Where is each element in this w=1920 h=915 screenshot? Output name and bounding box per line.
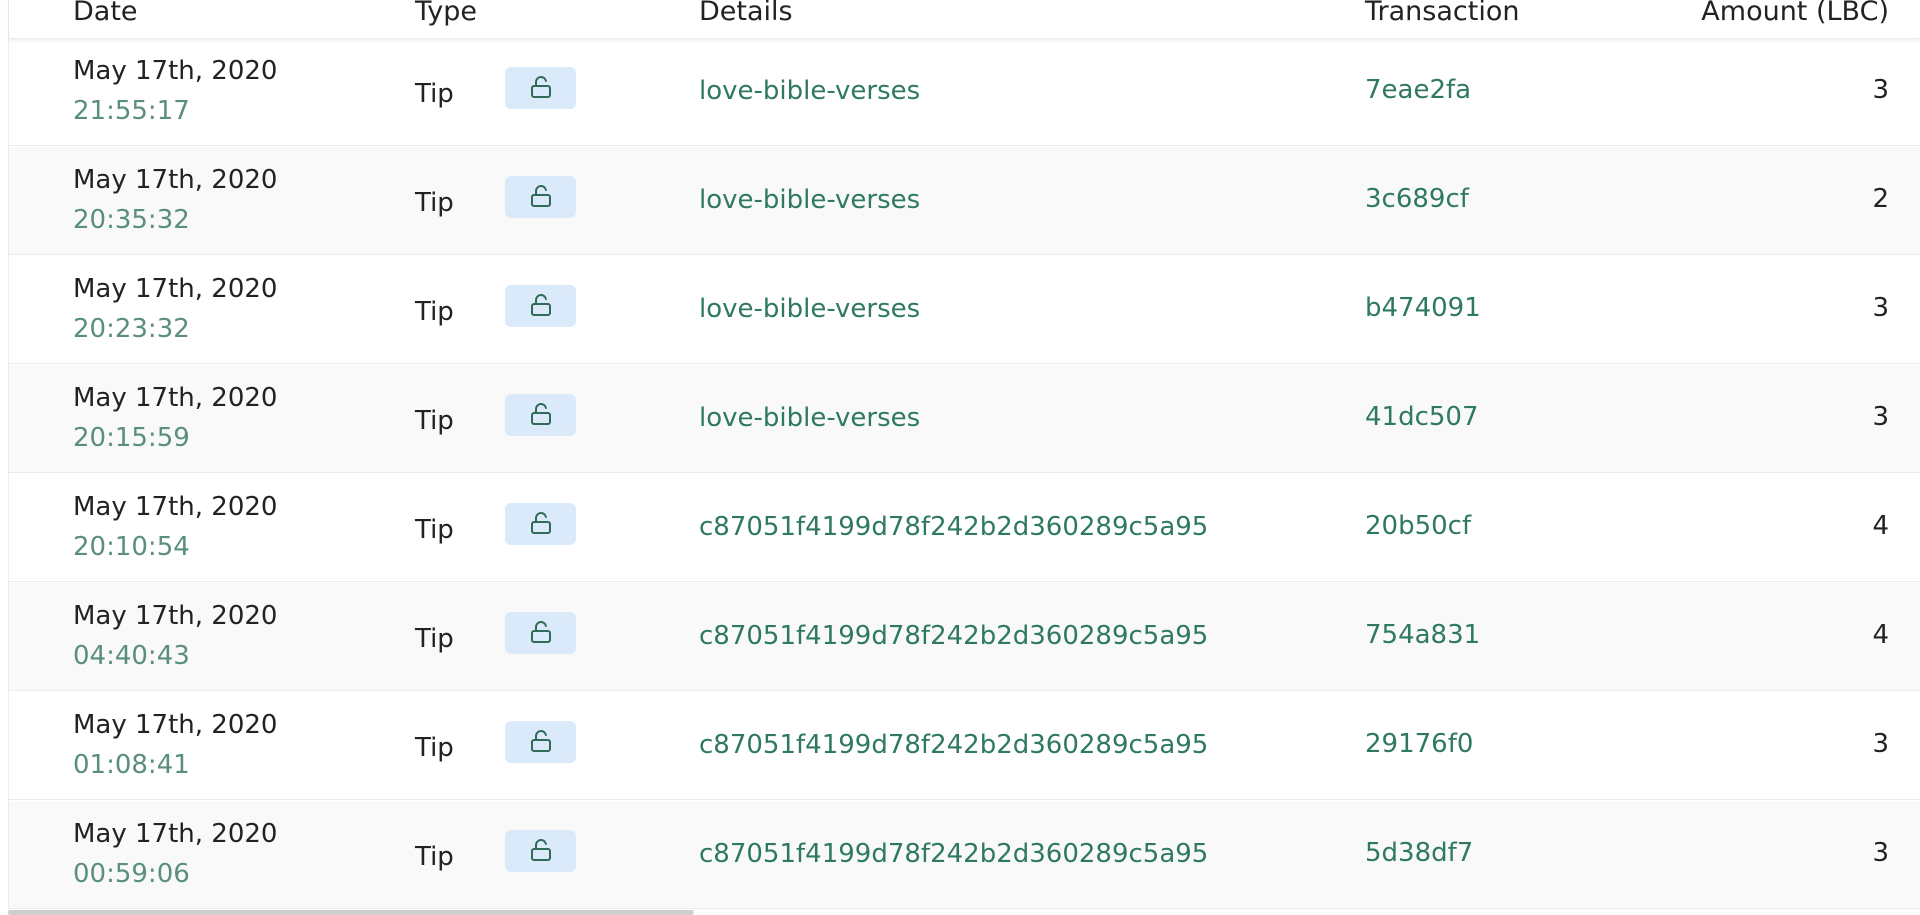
row-time: 00:59:06 [73,859,190,889]
unlock-tip-button[interactable] [505,285,576,327]
row-type: Tip [415,842,454,872]
unlock-tip-button[interactable] [505,67,576,109]
row-time: 20:10:54 [73,532,190,562]
transactions-table: Date Type Details Transaction Amount (LB… [8,0,1920,915]
unlock-tip-button[interactable] [505,612,576,654]
unlock-icon [531,730,551,752]
row-details-link[interactable]: love-bible-verses [699,294,920,324]
transactions-page: Date Type Details Transaction Amount (LB… [0,0,1920,915]
row-details-link[interactable]: love-bible-verses [699,403,920,433]
row-transaction-link[interactable]: 41dc507 [1365,402,1479,432]
table-row: May 17th, 2020 20:15:59 Tip love-bible-vers… [9,365,1920,473]
row-transaction-link[interactable]: 5d38df7 [1365,838,1473,868]
row-transaction-link[interactable]: 20b50cf [1365,511,1471,541]
row-type: Tip [415,406,454,436]
table-row: May 17th, 2020 20:35:32 Tip love-bible-vers… [9,147,1920,255]
unlock-icon [531,839,551,861]
row-transaction-link[interactable]: 29176f0 [1365,729,1473,759]
row-transaction-link[interactable]: b474091 [1365,293,1481,323]
row-transaction-link[interactable]: 3c689cf [1365,184,1469,214]
row-date: May 17th, 2020 [73,710,278,740]
unlock-icon [531,621,551,643]
table-row: May 17th, 2020 20:23:32 Tip love-bible-vers… [9,256,1920,364]
row-type: Tip [415,297,454,327]
table-header: Date Type Details Transaction Amount (LB… [9,0,1920,39]
row-details-link[interactable]: c87051f4199d78f242b2d360289c5a95 [699,621,1208,651]
table-row: May 17th, 2020 20:10:54 Tip c87051f4199d78f… [9,474,1920,582]
row-amount: 3 [1872,729,1889,759]
row-amount: 3 [1872,75,1889,105]
row-type: Tip [415,188,454,218]
table-row: May 17th, 2020 04:40:43 Tip c87051f4199d78f… [9,583,1920,691]
row-amount: 2 [1872,184,1889,214]
row-details-link[interactable]: c87051f4199d78f242b2d360289c5a95 [699,730,1208,760]
horizontal-scrollbar[interactable] [8,910,694,915]
unlock-icon [531,403,551,425]
row-amount: 3 [1872,293,1889,323]
unlock-tip-button[interactable] [505,503,576,545]
row-time: 04:40:43 [73,641,190,671]
row-type: Tip [415,515,454,545]
unlock-icon [531,512,551,534]
header-type: Type [415,0,478,27]
header-details: Details [699,0,793,27]
unlock-tip-button[interactable] [505,830,576,872]
row-amount: 3 [1872,402,1889,432]
row-type: Tip [415,733,454,763]
row-time: 20:15:59 [73,423,190,453]
row-details-link[interactable]: c87051f4199d78f242b2d360289c5a95 [699,839,1208,869]
row-transaction-link[interactable]: 7eae2fa [1365,75,1471,105]
row-type: Tip [415,79,454,109]
unlock-icon [531,294,551,316]
row-date: May 17th, 2020 [73,165,278,195]
row-date: May 17th, 2020 [73,56,278,86]
header-date: Date [73,0,138,27]
row-time: 01:08:41 [73,750,190,780]
row-details-link[interactable]: love-bible-verses [699,185,920,215]
row-date: May 17th, 2020 [73,819,278,849]
row-amount: 4 [1872,511,1889,541]
table-row: May 17th, 2020 00:59:06 Tip c87051f4199d78f… [9,801,1920,909]
row-details-link[interactable]: love-bible-verses [699,76,920,106]
row-time: 20:35:32 [73,205,190,235]
unlock-tip-button[interactable] [505,721,576,763]
unlock-icon [531,185,551,207]
row-details-link[interactable]: c87051f4199d78f242b2d360289c5a95 [699,512,1208,542]
row-date: May 17th, 2020 [73,601,278,631]
unlock-tip-button[interactable] [505,394,576,436]
row-amount: 4 [1872,620,1889,650]
table-row: May 17th, 2020 21:55:17 Tip love-bible-vers… [9,38,1920,146]
row-time: 20:23:32 [73,314,190,344]
row-transaction-link[interactable]: 754a831 [1365,620,1480,650]
row-date: May 17th, 2020 [73,383,278,413]
unlock-icon [531,76,551,98]
table-row: May 17th, 2020 01:08:41 Tip c87051f4199d78f… [9,692,1920,800]
row-type: Tip [415,624,454,654]
header-transaction: Transaction [1365,0,1520,27]
row-date: May 17th, 2020 [73,274,278,304]
row-time: 21:55:17 [73,96,190,126]
row-amount: 3 [1872,838,1889,868]
header-amount: Amount (LBC) [1701,0,1889,27]
row-date: May 17th, 2020 [73,492,278,522]
unlock-tip-button[interactable] [505,176,576,218]
